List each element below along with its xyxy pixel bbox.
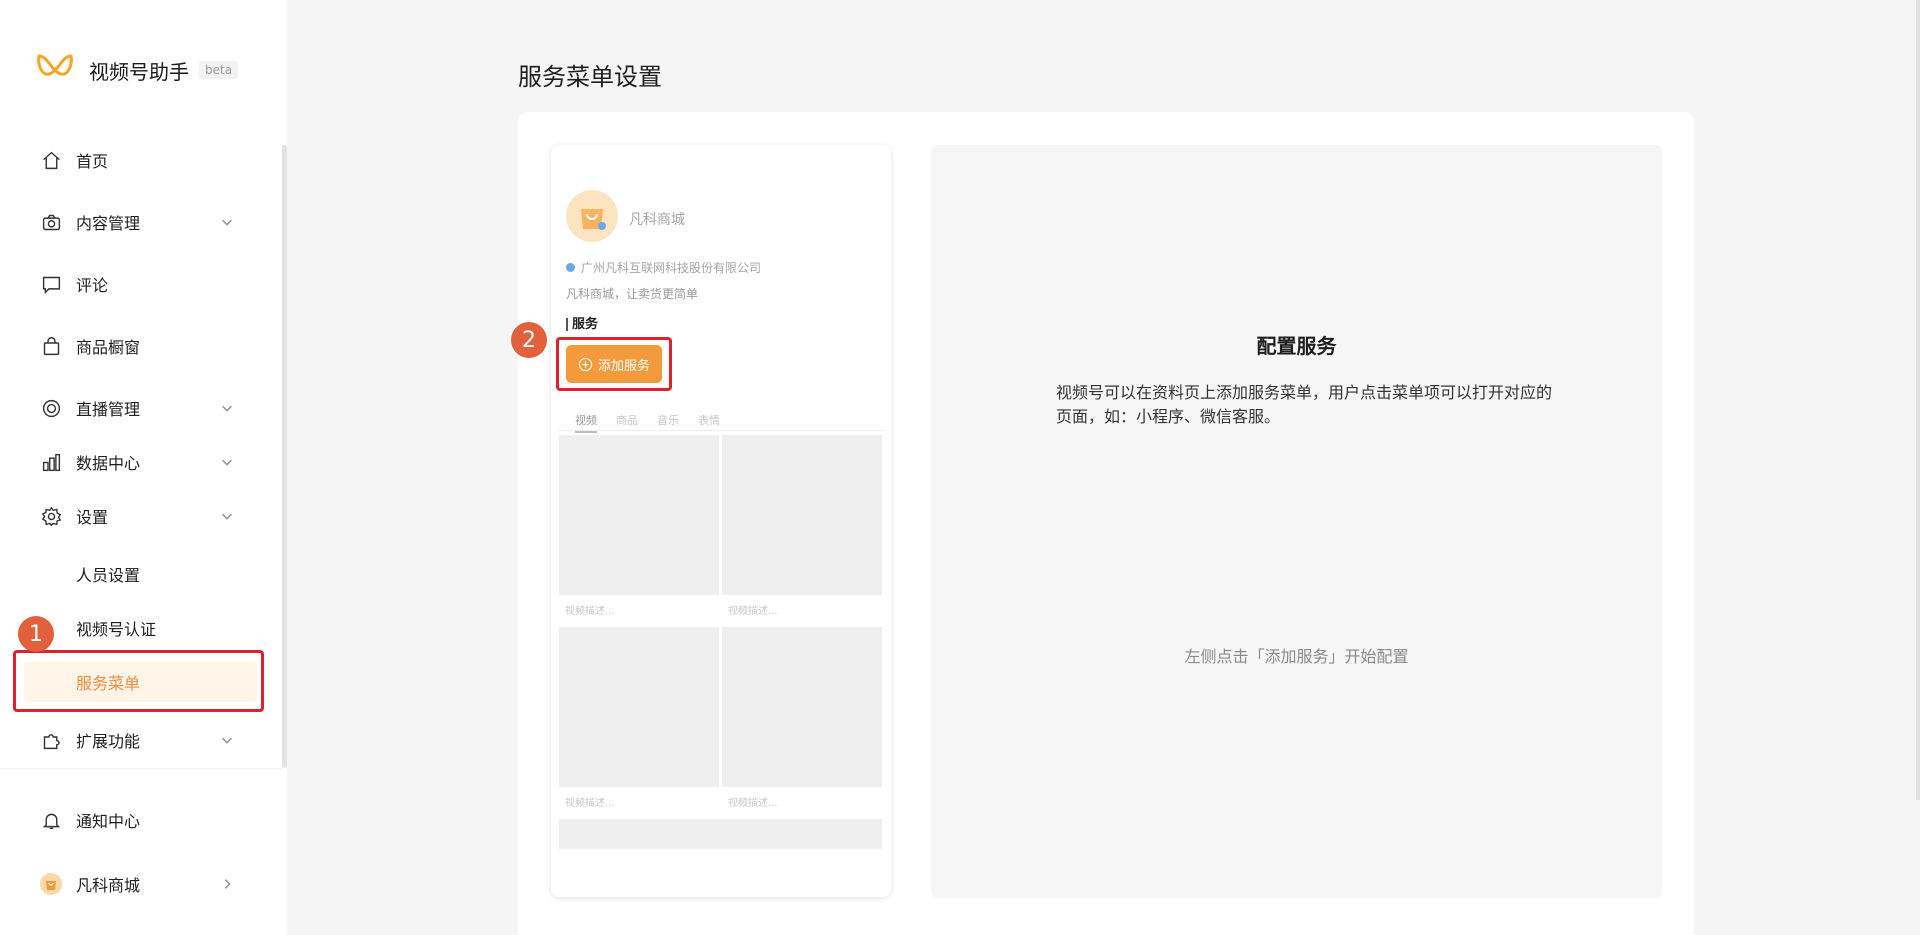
sidebar-item-shop-window[interactable]: 商品橱窗: [0, 326, 280, 366]
config-description: 视频号可以在资料页上添加服务菜单，用户点击菜单项可以打开对应的页面，如：小程序、…: [1056, 383, 1553, 426]
profile-preview: 凡科商城 广州凡科互联网科技股份有限公司 凡科商城，让卖货更简单 服务 添加服务…: [551, 145, 891, 897]
sidebar-item-content[interactable]: 内容管理: [0, 202, 280, 242]
step-badge-2: 2: [511, 322, 547, 358]
preview-video-caption: 视频描述...: [559, 595, 719, 623]
app-name: 视频号助手: [89, 59, 189, 84]
sidebar-item-notifications[interactable]: 通知中心: [0, 800, 280, 840]
preview-video-tile: [559, 627, 719, 787]
chevron-down-icon: [220, 508, 236, 524]
sidebar-item-home[interactable]: 首页: [0, 140, 280, 180]
sidebar-scrollbar[interactable]: [282, 145, 287, 768]
preview-avatar: [566, 190, 618, 242]
page-title: 服务菜单设置: [518, 63, 662, 91]
chevron-right-icon: [220, 876, 236, 892]
brand[interactable]: 视频号助手 beta: [36, 52, 239, 88]
step-badge-1: 1: [18, 616, 54, 652]
sidebar-item-account[interactable]: 凡科商城: [0, 864, 280, 904]
bar-chart-icon: [40, 451, 62, 473]
logo-icon: [37, 54, 73, 76]
sidebar-divider: [0, 768, 282, 769]
beta-badge: beta: [199, 61, 239, 79]
comment-icon: [40, 273, 62, 295]
sidebar-item-label: 设置: [76, 508, 109, 527]
shop-bag-icon: [581, 209, 606, 230]
page-scrollbar[interactable]: [1916, 0, 1920, 800]
sidebar-item-extensions[interactable]: 扩展功能: [0, 720, 280, 760]
sidebar-item-label: 首页: [76, 152, 109, 171]
avatar: [40, 873, 62, 895]
preview-tabs-divider: [558, 430, 884, 431]
preview-video-tile: [559, 435, 719, 595]
preview-video-caption: 视频描述...: [722, 595, 882, 623]
sidebar-item-data-center[interactable]: 数据中心: [0, 442, 280, 482]
config-title: 配置服务: [1256, 334, 1337, 358]
shopping-bag-icon: [40, 335, 62, 357]
verified-icon: [566, 263, 575, 272]
sidebar-item-label: 数据中心: [76, 454, 141, 473]
sidebar-subitem-label: 视频号认证: [76, 620, 157, 639]
preview-company-name: 广州凡科互联网科技股份有限公司: [581, 261, 762, 275]
preview-video-tile: [722, 435, 882, 595]
preview-video-tile: [722, 627, 882, 787]
chevron-down-icon: [220, 454, 236, 470]
sidebar-item-label: 商品橱窗: [76, 338, 141, 357]
live-icon: [40, 397, 62, 419]
puzzle-icon: [40, 729, 62, 751]
preview-video-caption: 视频描述...: [722, 787, 882, 815]
highlight-box-add-service: [556, 337, 672, 391]
gear-icon: [40, 505, 62, 527]
preview-video-caption: 视频描述...: [559, 787, 719, 815]
sidebar-item-label: 凡科商城: [76, 876, 141, 895]
sidebar-item-label: 内容管理: [76, 214, 141, 233]
config-hint: 左侧点击「添加服务」开始配置: [1184, 647, 1409, 666]
chevron-down-icon: [220, 214, 236, 230]
chevron-down-icon: [220, 400, 236, 416]
sidebar-item-settings[interactable]: 设置: [0, 496, 280, 536]
camera-icon: [40, 211, 62, 233]
sidebar-subitem-label: 人员设置: [76, 566, 141, 585]
home-icon: [40, 149, 62, 171]
chevron-down-icon: [220, 732, 236, 748]
preview-company: 广州凡科互联网科技股份有限公司: [566, 259, 761, 276]
sidebar: 视频号助手 beta 首页 内容管理 评论 商品橱窗 直播管理 数据中心 设置: [0, 0, 287, 935]
sidebar-subitem-staff[interactable]: 人员设置: [0, 554, 280, 594]
preview-account-name: 凡科商城: [629, 212, 685, 228]
sidebar-item-live[interactable]: 直播管理: [0, 388, 280, 428]
preview-description: 凡科商城，让卖货更简单: [566, 287, 699, 301]
preview-video-tile: [559, 819, 882, 849]
sidebar-item-label: 扩展功能: [76, 732, 141, 751]
highlight-box-service-menu: [13, 650, 264, 712]
bell-icon: [40, 809, 62, 831]
sidebar-item-comments[interactable]: 评论: [0, 264, 280, 304]
sidebar-item-label: 通知中心: [76, 812, 141, 831]
sidebar-item-label: 评论: [76, 276, 109, 295]
preview-service-heading: 服务: [566, 318, 598, 331]
config-panel: 配置服务 视频号可以在资料页上添加服务菜单，用户点击菜单项可以打开对应的页面，如…: [931, 145, 1662, 898]
sidebar-item-label: 直播管理: [76, 400, 141, 419]
